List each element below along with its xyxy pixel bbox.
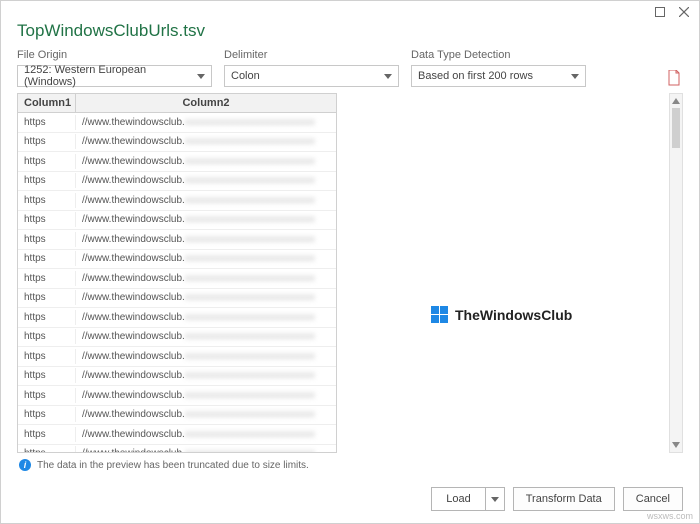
- schema-settings-icon[interactable]: [665, 69, 683, 87]
- info-icon: i: [19, 459, 31, 471]
- table-row[interactable]: https//www.thewindowsclub.xxxxxxxxxxxxxx…: [18, 113, 336, 133]
- table-row[interactable]: https//www.thewindowsclub.xxxxxxxxxxxxxx…: [18, 406, 336, 426]
- table-body: https//www.thewindowsclub.xxxxxxxxxxxxxx…: [18, 113, 336, 452]
- scroll-up-icon[interactable]: [670, 94, 682, 108]
- table-row[interactable]: https//www.thewindowsclub.xxxxxxxxxxxxxx…: [18, 152, 336, 172]
- table-row[interactable]: https//www.thewindowsclub.xxxxxxxxxxxxxx…: [18, 172, 336, 192]
- scroll-thumb[interactable]: [672, 108, 680, 148]
- options-row: File Origin 1252: Western European (Wind…: [1, 49, 699, 93]
- chevron-down-icon: [384, 74, 392, 79]
- source-tag: wsxws.com: [647, 511, 693, 521]
- cell-col2: //www.thewindowsclub.xxxxxxxxxxxxxxxxxxx…: [76, 446, 336, 452]
- cell-col1: https: [18, 427, 76, 442]
- transform-data-button[interactable]: Transform Data: [513, 487, 615, 511]
- cell-col1: https: [18, 407, 76, 422]
- cell-col1: https: [18, 271, 76, 286]
- table-row[interactable]: https//www.thewindowsclub.xxxxxxxxxxxxxx…: [18, 191, 336, 211]
- table-row[interactable]: https//www.thewindowsclub.xxxxxxxxxxxxxx…: [18, 308, 336, 328]
- cell-col2: //www.thewindowsclub.xxxxxxxxxxxxxxxxxxx…: [76, 173, 336, 188]
- dialog-footer: Load Transform Data Cancel: [1, 477, 699, 523]
- info-bar: i The data in the preview has been trunc…: [1, 453, 699, 477]
- table-row[interactable]: https//www.thewindowsclub.xxxxxxxxxxxxxx…: [18, 425, 336, 445]
- cell-col2: //www.thewindowsclub.xxxxxxxxxxxxxxxxxxx…: [76, 368, 336, 383]
- cancel-button[interactable]: Cancel: [623, 487, 683, 511]
- close-icon[interactable]: [677, 5, 691, 19]
- datatype-label: Data Type Detection: [411, 49, 586, 63]
- cell-col1: https: [18, 368, 76, 383]
- datatype-value: Based on first 200 rows: [418, 70, 533, 82]
- cell-col2: //www.thewindowsclub.xxxxxxxxxxxxxxxxxxx…: [76, 388, 336, 403]
- delimiter-value: Colon: [231, 70, 260, 82]
- table-row[interactable]: https//www.thewindowsclub.xxxxxxxxxxxxxx…: [18, 133, 336, 153]
- cell-col1: https: [18, 193, 76, 208]
- table-row[interactable]: https//www.thewindowsclub.xxxxxxxxxxxxxx…: [18, 230, 336, 250]
- table-row[interactable]: https//www.thewindowsclub.xxxxxxxxxxxxxx…: [18, 328, 336, 348]
- table-row[interactable]: https//www.thewindowsclub.xxxxxxxxxxxxxx…: [18, 386, 336, 406]
- load-button[interactable]: Load: [431, 487, 504, 511]
- scroll-down-icon[interactable]: [670, 438, 682, 452]
- cell-col1: https: [18, 173, 76, 188]
- cell-col2: //www.thewindowsclub.xxxxxxxxxxxxxxxxxxx…: [76, 310, 336, 325]
- cell-col2: //www.thewindowsclub.xxxxxxxxxxxxxxxxxxx…: [76, 427, 336, 442]
- cell-col2: //www.thewindowsclub.xxxxxxxxxxxxxxxxxxx…: [76, 115, 336, 130]
- dialog-title: TopWindowsClubUrls.tsv: [1, 19, 699, 49]
- cell-col2: //www.thewindowsclub.xxxxxxxxxxxxxxxxxxx…: [76, 407, 336, 422]
- column-header-2[interactable]: Column2: [76, 94, 336, 112]
- titlebar: [1, 1, 699, 19]
- chevron-down-icon: [571, 74, 579, 79]
- load-dropdown-icon[interactable]: [486, 488, 504, 510]
- table-row[interactable]: https//www.thewindowsclub.xxxxxxxxxxxxxx…: [18, 289, 336, 309]
- file-origin-block: File Origin 1252: Western European (Wind…: [17, 49, 212, 87]
- cell-col1: https: [18, 446, 76, 452]
- cell-col2: //www.thewindowsclub.xxxxxxxxxxxxxxxxxxx…: [76, 290, 336, 305]
- column-header-1[interactable]: Column1: [18, 94, 76, 112]
- delimiter-combo[interactable]: Colon: [224, 65, 399, 87]
- cell-col1: https: [18, 388, 76, 403]
- table-row[interactable]: https//www.thewindowsclub.xxxxxxxxxxxxxx…: [18, 445, 336, 453]
- load-button-label[interactable]: Load: [432, 488, 485, 510]
- cell-col2: //www.thewindowsclub.xxxxxxxxxxxxxxxxxxx…: [76, 134, 336, 149]
- chevron-down-icon: [197, 74, 205, 79]
- delimiter-label: Delimiter: [224, 49, 399, 63]
- import-preview-dialog: TopWindowsClubUrls.tsv File Origin 1252:…: [0, 0, 700, 524]
- file-origin-label: File Origin: [17, 49, 212, 63]
- cell-col1: https: [18, 329, 76, 344]
- cell-col1: https: [18, 290, 76, 305]
- table-row[interactable]: https//www.thewindowsclub.xxxxxxxxxxxxxx…: [18, 211, 336, 231]
- cell-col1: https: [18, 310, 76, 325]
- cell-col2: //www.thewindowsclub.xxxxxxxxxxxxxxxxxxx…: [76, 271, 336, 286]
- file-origin-combo[interactable]: 1252: Western European (Windows): [17, 65, 212, 87]
- table-row[interactable]: https//www.thewindowsclub.xxxxxxxxxxxxxx…: [18, 367, 336, 387]
- cell-col2: //www.thewindowsclub.xxxxxxxxxxxxxxxxxxx…: [76, 329, 336, 344]
- vertical-scrollbar[interactable]: [669, 93, 683, 453]
- info-text: The data in the preview has been truncat…: [37, 460, 309, 471]
- cell-col1: https: [18, 115, 76, 130]
- cell-col1: https: [18, 212, 76, 227]
- preview-area: Column1 Column2 https//www.thewindowsclu…: [1, 93, 699, 453]
- cell-col1: https: [18, 349, 76, 364]
- cell-col1: https: [18, 232, 76, 247]
- maximize-icon[interactable]: [653, 5, 667, 19]
- file-origin-value: 1252: Western European (Windows): [24, 64, 197, 88]
- table-row[interactable]: https//www.thewindowsclub.xxxxxxxxxxxxxx…: [18, 347, 336, 367]
- delimiter-block: Delimiter Colon: [224, 49, 399, 87]
- cell-col1: https: [18, 154, 76, 169]
- table-header: Column1 Column2: [18, 94, 336, 113]
- cell-col2: //www.thewindowsclub.xxxxxxxxxxxxxxxxxxx…: [76, 251, 336, 266]
- cell-col1: https: [18, 134, 76, 149]
- preview-table: Column1 Column2 https//www.thewindowsclu…: [17, 93, 337, 453]
- cell-col2: //www.thewindowsclub.xxxxxxxxxxxxxxxxxxx…: [76, 193, 336, 208]
- datatype-combo[interactable]: Based on first 200 rows: [411, 65, 586, 87]
- table-row[interactable]: https//www.thewindowsclub.xxxxxxxxxxxxxx…: [18, 250, 336, 270]
- cell-col2: //www.thewindowsclub.xxxxxxxxxxxxxxxxxxx…: [76, 232, 336, 247]
- cell-col1: https: [18, 251, 76, 266]
- cell-col2: //www.thewindowsclub.xxxxxxxxxxxxxxxxxxx…: [76, 349, 336, 364]
- datatype-block: Data Type Detection Based on first 200 r…: [411, 49, 586, 87]
- cell-col2: //www.thewindowsclub.xxxxxxxxxxxxxxxxxxx…: [76, 154, 336, 169]
- cell-col2: //www.thewindowsclub.xxxxxxxxxxxxxxxxxxx…: [76, 212, 336, 227]
- table-row[interactable]: https//www.thewindowsclub.xxxxxxxxxxxxxx…: [18, 269, 336, 289]
